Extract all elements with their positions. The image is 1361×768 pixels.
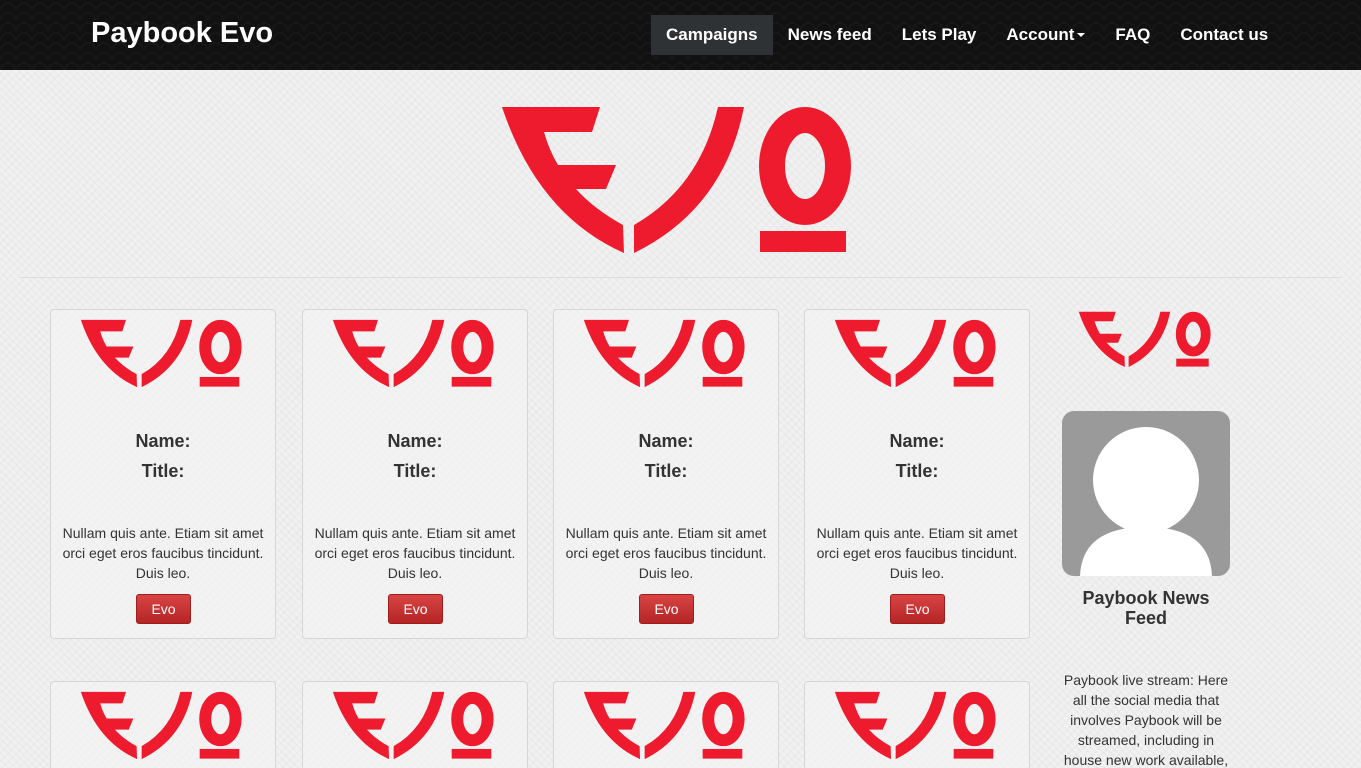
evo-card-logo <box>581 690 747 760</box>
nav-lets-play-label: Lets Play <box>901 25 977 44</box>
campaign-card <box>804 681 1030 768</box>
card-description: Nullam quis ante. Etiam sit amet orci eg… <box>816 525 1018 581</box>
section-divider <box>20 277 1341 278</box>
card-title-label: Title: <box>644 461 688 481</box>
evo-card-logo <box>330 318 496 388</box>
card-title-label: Title: <box>393 461 437 481</box>
nav-account-label: Account <box>1006 25 1075 44</box>
evo-button[interactable]: Evo <box>890 594 945 624</box>
brand-link[interactable]: Paybook Evo <box>91 17 273 50</box>
main-nav: Campaigns News feed Lets Play Account FA… <box>651 15 1283 55</box>
card-name-label: Name: <box>135 431 191 451</box>
nav-news-feed-label: News feed <box>787 25 872 44</box>
nav-contact-us[interactable]: Contact us <box>1165 15 1283 55</box>
campaign-card <box>302 681 528 768</box>
evo-card-logo <box>78 318 244 388</box>
evo-card-logo <box>581 318 747 388</box>
nav-lets-play[interactable]: Lets Play <box>887 15 992 55</box>
nav-faq-label: FAQ <box>1115 25 1151 44</box>
campaign-card <box>553 681 779 768</box>
campaign-card: Name: Title: Nullam quis ante. Etiam sit… <box>302 309 528 639</box>
nav-campaigns[interactable]: Campaigns <box>651 15 773 55</box>
user-placeholder-icon <box>1080 427 1212 576</box>
nav-faq[interactable]: FAQ <box>1100 15 1165 55</box>
campaign-card: Name: Title: Nullam quis ante. Etiam sit… <box>553 309 779 639</box>
card-title-label: Title: <box>895 461 939 481</box>
nav-campaigns-label: Campaigns <box>666 25 758 44</box>
campaign-card: Name: Title: Nullam quis ante. Etiam sit… <box>50 309 276 639</box>
evo-button[interactable]: Evo <box>388 594 443 624</box>
card-name-label: Name: <box>889 431 945 451</box>
top-navbar: Paybook Evo Campaigns News feed Lets Pla… <box>0 0 1361 70</box>
nav-account-dropdown[interactable]: Account <box>991 15 1100 55</box>
evo-button[interactable]: Evo <box>639 594 694 624</box>
card-title-label: Title: <box>141 461 185 481</box>
nav-contact-us-label: Contact us <box>1180 25 1269 44</box>
card-description: Nullam quis ante. Etiam sit amet orci eg… <box>314 525 516 581</box>
evo-button[interactable]: Evo <box>136 594 191 624</box>
evo-sidebar-logo <box>1078 310 1211 368</box>
card-name-label: Name: <box>638 431 694 451</box>
card-description: Nullam quis ante. Etiam sit amet orci eg… <box>62 525 264 581</box>
news-feed-title: Paybook News Feed <box>1082 588 1210 628</box>
card-description: Nullam quis ante. Etiam sit amet orci eg… <box>565 525 767 581</box>
campaign-card <box>50 681 276 768</box>
nav-news-feed[interactable]: News feed <box>773 15 887 55</box>
evo-card-logo <box>832 690 998 760</box>
card-name-label: Name: <box>387 431 443 451</box>
caret-down-icon <box>1077 33 1086 37</box>
news-feed-description: Paybook live stream: Here all the social… <box>1063 672 1229 768</box>
evo-card-logo <box>330 690 496 760</box>
evo-hero-logo <box>500 103 852 255</box>
evo-card-logo <box>832 318 998 388</box>
campaign-card: Name: Title: Nullam quis ante. Etiam sit… <box>804 309 1030 639</box>
avatar <box>1062 411 1230 576</box>
evo-card-logo <box>78 690 244 760</box>
